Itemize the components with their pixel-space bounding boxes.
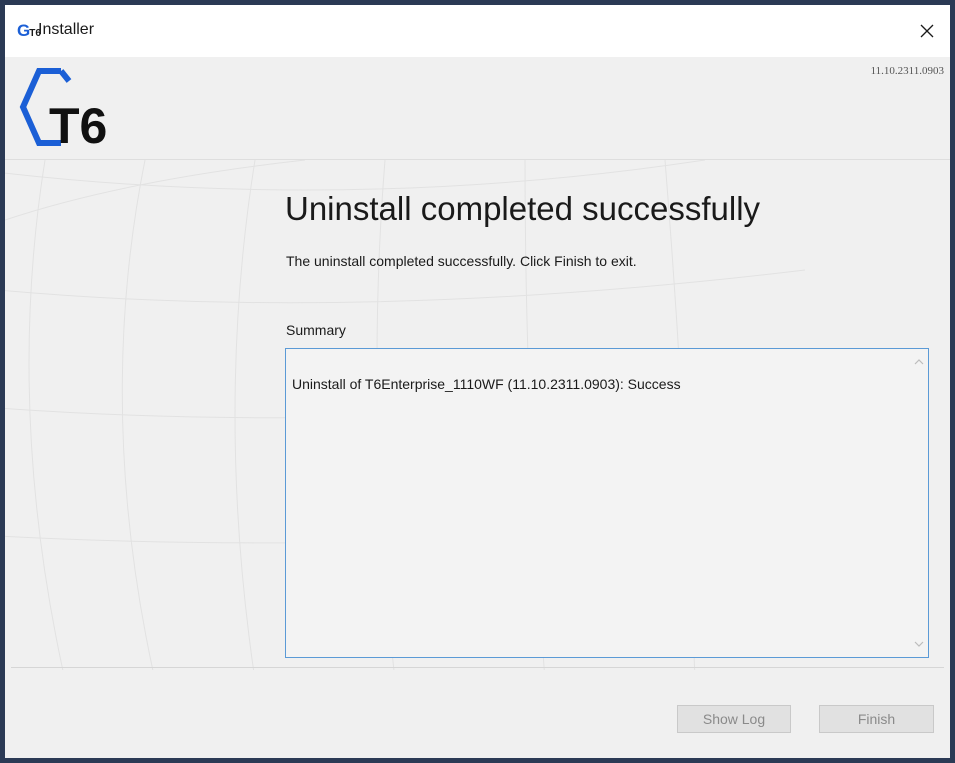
footer-divider: [11, 667, 944, 668]
finish-button[interactable]: Finish: [819, 705, 934, 733]
show-log-button[interactable]: Show Log: [677, 705, 791, 733]
chevron-down-icon: [914, 641, 924, 647]
t6-logo: T6: [19, 63, 159, 154]
installer-window: GT6 Installer T6 11.10.2311.0903 Uninsta…: [5, 5, 950, 758]
header-band: T6 11.10.2311.0903: [5, 57, 950, 160]
scroll-down-button[interactable]: [910, 635, 928, 653]
scroll-up-button[interactable]: [910, 353, 928, 371]
main-content: Uninstall completed successfully The uni…: [5, 160, 950, 670]
chevron-up-icon: [914, 359, 924, 365]
version-label: 11.10.2311.0903: [870, 65, 944, 77]
title-bar: GT6 Installer: [5, 5, 950, 57]
summary-text: Uninstall of T6Enterprise_1110WF (11.10.…: [292, 376, 681, 392]
window-title: Installer: [38, 21, 95, 38]
summary-label: Summary: [286, 322, 346, 338]
summary-scrollbar[interactable]: [910, 349, 928, 657]
page-title: Uninstall completed successfully: [285, 190, 761, 227]
page-description: The uninstall completed successfully. Cl…: [286, 253, 637, 269]
close-icon: [920, 24, 934, 38]
logo-text: T6: [49, 98, 107, 153]
summary-textbox[interactable]: Uninstall of T6Enterprise_1110WF (11.10.…: [285, 348, 929, 658]
close-button[interactable]: [904, 5, 950, 57]
